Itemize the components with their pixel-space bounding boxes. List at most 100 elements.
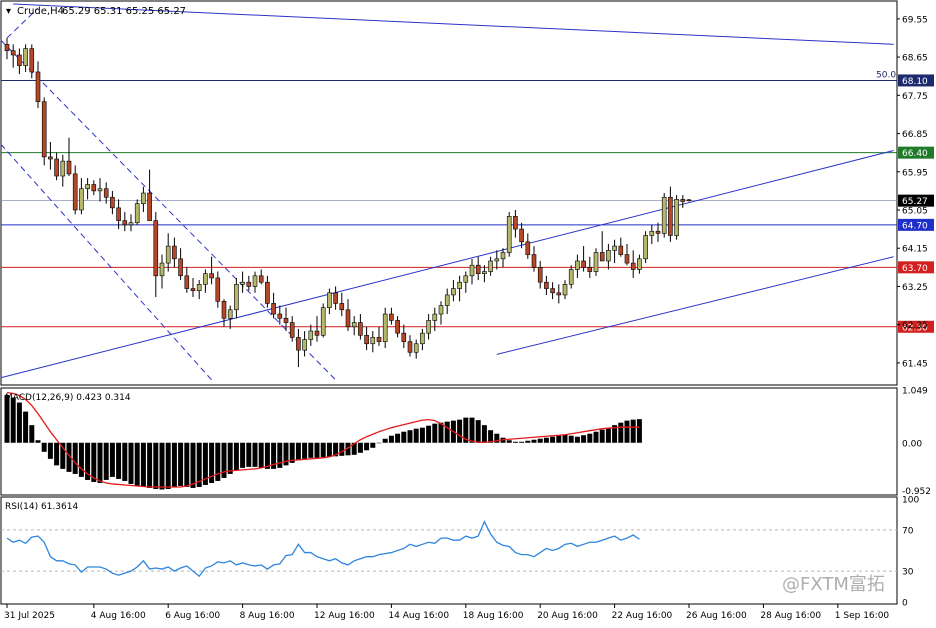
candle-body-up <box>482 271 487 274</box>
macd-histogram-bar <box>587 433 593 443</box>
macd-tick-label: 1.049 <box>902 387 928 397</box>
macd-histogram-bar <box>370 442 376 448</box>
macd-histogram-bar <box>636 419 642 443</box>
time-tick-label: 14 Aug 16:00 <box>388 611 449 621</box>
candle-body-down <box>339 303 345 311</box>
candle-body-down <box>91 184 97 192</box>
level-tag-label: 64.70 <box>902 221 928 231</box>
candle-body-down <box>258 275 264 283</box>
time-tick-label: 22 Aug 16:00 <box>612 611 673 621</box>
macd-histogram-bar <box>97 442 103 483</box>
macd-histogram-bar <box>444 421 450 443</box>
price-tick-label: 67.75 <box>902 92 928 102</box>
candle-body-up <box>674 199 679 236</box>
price-pane <box>0 0 898 386</box>
macd-histogram-bar <box>41 442 47 452</box>
candle-body-up <box>240 281 245 285</box>
macd-histogram-bar <box>469 417 475 443</box>
macd-histogram-bar <box>246 442 252 467</box>
price-tick-label: 66.85 <box>902 130 928 140</box>
time-tick-label: 6 Aug 16:00 <box>165 611 220 621</box>
macd-histogram-bar <box>159 442 165 490</box>
macd-histogram-bar <box>543 437 549 443</box>
candle-body-up <box>562 284 568 296</box>
candle-body-down <box>54 158 59 177</box>
macd-histogram-bar <box>153 442 159 489</box>
candle-body-down <box>333 292 338 304</box>
candle-body-down <box>389 313 394 321</box>
macd-histogram-bar <box>227 442 233 474</box>
macd-histogram-bar <box>178 442 184 486</box>
macd-histogram-bar <box>401 431 407 443</box>
macd-histogram-bar <box>599 429 605 443</box>
macd-histogram-bar <box>388 435 394 443</box>
candle-body-up <box>134 203 140 224</box>
macd-histogram-bar <box>426 425 432 443</box>
candle-body-down <box>587 267 593 272</box>
macd-histogram-bar <box>457 419 463 443</box>
macd-histogram-bar <box>574 436 580 443</box>
candle-body-up <box>494 258 500 262</box>
candle-body-down <box>475 264 481 274</box>
macd-histogram-bar <box>382 438 388 443</box>
candle-body-down <box>407 341 413 353</box>
candle-body-up <box>649 230 655 236</box>
macd-histogram-bar <box>506 440 512 443</box>
macd-histogram-bar <box>240 442 246 468</box>
macd-label: MACD(12,26,9) 0.423 0.314 <box>5 393 131 403</box>
candle-body-down <box>17 54 22 66</box>
candle-body-down <box>122 220 128 226</box>
candle-body-down <box>618 245 624 255</box>
macd-histogram-bar <box>72 442 78 474</box>
candle-body-down <box>190 288 196 291</box>
candle-body-up <box>327 292 332 308</box>
candle-body-up <box>97 188 103 192</box>
fxtm-watermark: @FXTM富拓 <box>782 574 885 595</box>
macd-histogram-bar <box>190 442 196 488</box>
macd-histogram-bar <box>605 427 611 443</box>
macd-histogram-bar <box>10 397 16 443</box>
candle-body-down <box>531 254 537 268</box>
symbol-label: Crude,H4 <box>17 6 64 17</box>
macd-histogram-bar <box>78 442 84 477</box>
candle-body-down <box>283 317 289 323</box>
price-tick-label: 65.05 <box>902 206 928 216</box>
symbol-menu-icon[interactable]: ▾ <box>6 6 11 17</box>
macd-histogram-bar <box>29 425 35 443</box>
macd-histogram-bar <box>475 420 481 443</box>
candle-body-down <box>550 288 555 294</box>
macd-histogram-bar <box>252 442 258 467</box>
macd-histogram-bar <box>630 419 636 443</box>
candle-body-up <box>606 250 611 262</box>
price-tick-label: 61.45 <box>902 359 928 369</box>
macd-histogram-bar <box>550 436 556 443</box>
candle-body-down <box>246 281 252 287</box>
candle-body-down <box>519 228 524 243</box>
macd-histogram-bar <box>568 435 574 443</box>
candle-body-down <box>103 188 109 198</box>
rsi-label: RSI(14) 61.3614 <box>5 502 78 512</box>
macd-histogram-bar <box>47 442 53 459</box>
candle-body-up <box>643 235 648 260</box>
macd-histogram-bar <box>326 442 332 457</box>
candle-body-down <box>172 245 177 260</box>
macd-histogram-bar <box>395 433 401 443</box>
candle-body-down <box>110 196 115 209</box>
macd-histogram-bar <box>165 442 171 489</box>
macd-histogram-bar <box>116 442 122 479</box>
macd-histogram-bar <box>264 442 270 469</box>
macd-histogram-bar <box>277 442 283 468</box>
candle-body-up <box>420 332 425 345</box>
price-tick-label: 62.35 <box>902 321 928 331</box>
macd-histogram-bar <box>419 427 425 443</box>
macd-histogram-bar <box>364 442 370 451</box>
candle-body-down <box>686 199 692 202</box>
level-tag-label: 63.70 <box>902 264 928 274</box>
macd-histogram-bar <box>171 442 177 487</box>
candle-body-down <box>72 173 78 211</box>
time-tick-label: 28 Aug 16:00 <box>760 611 821 621</box>
rsi-tick-label: 100 <box>902 496 919 506</box>
candle-body-up <box>234 284 239 311</box>
candle-body-down <box>215 277 221 302</box>
candle-body-up <box>637 258 642 270</box>
